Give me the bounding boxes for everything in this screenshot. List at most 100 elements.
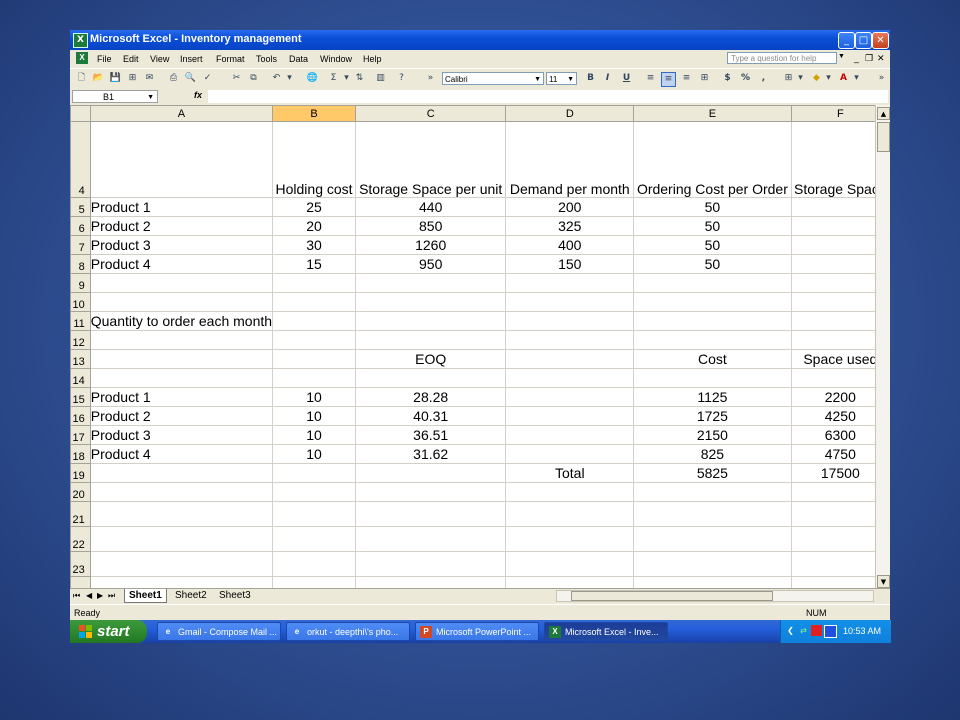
cell-d11[interactable] [505,311,635,331]
bold-button[interactable]: B [584,72,597,85]
row-header[interactable]: 9 [70,273,91,293]
worksheet-grid[interactable]: A B C D E F 4 Holding cost Storage Space p… [70,105,890,605]
vertical-scroll-thumb[interactable] [877,122,890,152]
hyperlink-icon[interactable]: 🌐 [306,72,319,85]
cell-d22[interactable] [505,526,635,552]
underline-button[interactable]: U [620,72,633,85]
currency-button[interactable]: $ [721,72,734,85]
cell-e19[interactable]: 5825 [633,463,792,483]
cell-c14[interactable] [354,368,507,388]
cell-a10[interactable] [89,292,274,312]
cell-grid[interactable]: A B C D E F 4 Holding cost Storage Space p… [70,105,890,602]
row-header[interactable]: 5 [70,197,91,217]
borders-dropdown-icon[interactable]: ▾ [794,72,807,85]
cell-d20[interactable] [505,482,635,502]
menu-edit[interactable]: Edit [123,54,139,64]
cell-e12[interactable] [633,330,792,350]
formula-input[interactable] [208,90,888,103]
sheet-tab-sheet2[interactable]: Sheet2 [171,589,211,602]
column-header-a[interactable]: A [89,105,274,122]
align-right-icon[interactable]: ≡ [680,72,693,85]
cell-c4[interactable]: Storage Space per unit [354,121,507,198]
cell-d6[interactable]: 325 [505,216,635,236]
cell-c8[interactable]: 950 [354,254,507,274]
menu-data[interactable]: Data [289,54,308,64]
name-box[interactable]: B1 ▼ [72,90,158,103]
row-header[interactable]: 21 [70,501,91,527]
row-header[interactable]: 7 [70,235,91,255]
cell-d15[interactable] [505,387,635,407]
workbook-icon[interactable]: X [76,52,88,64]
maximize-button[interactable]: □ [855,32,872,49]
cell-a15[interactable]: Product 1 [89,387,274,407]
toolbar-options-icon[interactable]: » [424,72,437,85]
cell-a5[interactable]: Product 1 [89,197,274,217]
row-header[interactable]: 18 [70,444,91,464]
cell-d7[interactable]: 400 [505,235,635,255]
align-left-icon[interactable]: ≡ [644,72,657,85]
cell-b20[interactable] [272,482,356,502]
cell-d12[interactable] [505,330,635,350]
cell-a20[interactable] [89,482,274,502]
cell-e10[interactable] [633,292,792,312]
column-header-e[interactable]: E [633,105,792,122]
fill-color-dropdown-icon[interactable]: ▾ [822,72,835,85]
menu-help[interactable]: Help [363,54,382,64]
column-header-c[interactable]: C [354,105,507,122]
autosum-dropdown-icon[interactable]: ▾ [340,72,353,85]
cell-b15[interactable]: 10 [272,387,356,407]
row-header[interactable]: 10 [70,292,91,312]
first-sheet-icon[interactable]: ⏮ [73,591,80,601]
percent-button[interactable]: % [739,72,752,85]
cell-a21[interactable] [89,501,274,527]
align-center-icon[interactable]: ≡ [661,72,676,87]
cell-c18[interactable]: 31.62 [354,444,507,464]
row-header[interactable]: 6 [70,216,91,236]
email-icon[interactable]: ✉ [143,72,156,85]
task-gmail[interactable]: e Gmail - Compose Mail ... [157,622,281,641]
menu-insert[interactable]: Insert [180,54,203,64]
row-header[interactable]: 23 [70,551,91,577]
new-icon[interactable]: 🗋 [75,72,88,85]
row-header[interactable]: 13 [70,349,91,369]
font-color-icon[interactable]: A [837,72,850,85]
cell-e5[interactable]: 50 [633,197,792,217]
cell-e20[interactable] [633,482,792,502]
back-arrow-icon[interactable]: ❮ [785,625,796,636]
cell-c6[interactable]: 850 [354,216,507,236]
font-dropdown-icon[interactable]: ▼ [534,73,541,86]
comma-button[interactable]: , [757,72,770,85]
column-header-d[interactable]: D [505,105,635,122]
cell-b7[interactable]: 30 [272,235,356,255]
menu-view[interactable]: View [150,54,169,64]
cell-a9[interactable] [89,273,274,293]
cell-d18[interactable] [505,444,635,464]
cell-c11[interactable] [354,311,507,331]
cell-b6[interactable]: 20 [272,216,356,236]
cell-b10[interactable] [272,292,356,312]
cell-a14[interactable] [89,368,274,388]
print-icon[interactable]: ⎙ [167,72,180,85]
row-header[interactable]: 16 [70,406,91,426]
cell-e15[interactable]: 1125 [633,387,792,407]
horizontal-scroll-thumb[interactable] [571,591,773,601]
cell-e4[interactable]: Ordering Cost per Order [633,121,792,198]
cell-b8[interactable]: 15 [272,254,356,274]
cell-d8[interactable]: 150 [505,254,635,274]
font-size-select[interactable]: 11 ▼ [546,72,577,85]
help-icon[interactable]: ? [395,72,408,85]
cell-e7[interactable]: 50 [633,235,792,255]
task-orkut[interactable]: e orkut - deepthi\'s pho... [286,622,410,641]
column-header-b[interactable]: B [272,105,356,122]
select-all-corner[interactable] [70,105,91,122]
cell-a19[interactable] [89,463,274,483]
menu-window[interactable]: Window [320,54,352,64]
cell-d19[interactable]: Total [505,463,635,483]
font-color-dropdown-icon[interactable]: ▾ [850,72,863,85]
merge-center-icon[interactable]: ⊞ [698,72,711,85]
cell-c19[interactable] [354,463,507,483]
network-icon[interactable]: ⇄ [798,625,809,636]
cell-a8[interactable]: Product 4 [89,254,274,274]
cell-b23[interactable] [272,551,356,577]
open-icon[interactable]: 📂 [92,72,105,85]
